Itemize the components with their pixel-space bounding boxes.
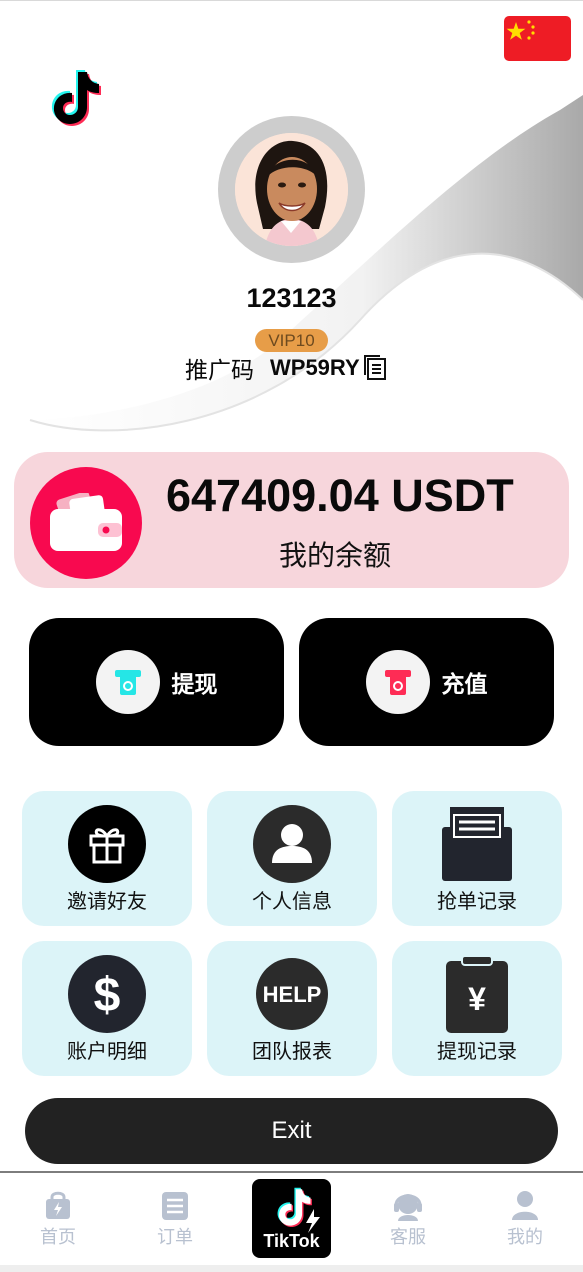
recharge-cash-icon [365,650,430,714]
nav-mine[interactable]: 我的 [485,1189,565,1249]
recharge-label: 充值 [441,672,488,698]
tiktok-logo-icon [44,66,106,128]
promo-code-label: 推广码 [185,357,254,383]
menu-account-details[interactable]: $ 账户明细 [22,941,192,1076]
balance-label: 我的余额 [279,539,392,572]
withdraw-button[interactable]: 提现 [29,618,284,746]
svg-text:HELP: HELP [263,982,322,1007]
menu-grab-order-records[interactable]: 抢单记录 [392,791,562,926]
copy-icon[interactable] [363,354,389,382]
promo-code-row: 推广码 WP59RY [185,352,389,384]
promo-code-value: WP59RY [270,355,360,380]
nav-tiktok-center[interactable]: TikTok [252,1179,331,1258]
menu-team-report[interactable]: HELP 团队报表 [207,941,377,1076]
menu-label: 个人信息 [252,889,332,913]
nav-mine-label: 我的 [507,1227,543,1248]
username: 123123 [246,283,337,313]
clipboard-list-icon [162,1192,188,1220]
recharge-button[interactable]: 充值 [299,618,554,746]
nav-service[interactable]: 客服 [368,1189,448,1249]
exit-button[interactable]: Exit [25,1098,558,1164]
nav-home[interactable]: 首页 [18,1189,98,1249]
gift-icon [68,805,146,883]
withdraw-label: 提现 [171,672,218,698]
menu-label: 团队报表 [252,1039,332,1063]
menu-withdraw-records[interactable]: ¥ 提现记录 [392,941,562,1076]
balance-amount: 647409.04 USDT [166,470,514,521]
nav-tiktok-label: TikTok [263,1231,320,1251]
avatar-image [235,133,348,246]
avatar[interactable] [218,116,365,263]
menu-label: 抢单记录 [437,889,517,913]
balance-card: 647409.04 USDT 我的余额 [14,452,569,588]
profile-header: 123123 VIP10 推广码 WP59RY [0,0,583,440]
withdraw-cash-icon [95,650,160,714]
vip-badge: VIP10 [255,329,328,352]
order-box-icon [438,805,516,883]
menu-label: 账户明细 [67,1039,147,1063]
menu-label: 邀请好友 [67,889,147,913]
menu-invite-friends[interactable]: 邀请好友 [22,791,192,926]
nav-orders[interactable]: 订单 [135,1189,215,1249]
person-icon [253,805,331,883]
menu-personal-info[interactable]: 个人信息 [207,791,377,926]
headset-icon [394,1194,422,1221]
shopping-bag-icon [46,1191,70,1219]
bottom-edge [0,1265,583,1272]
nav-home-label: 首页 [40,1227,76,1248]
dollar-icon: $ [68,955,146,1033]
svg-text:¥: ¥ [468,981,486,1017]
language-flag-china[interactable] [504,16,571,61]
nav-orders-label: 订单 [157,1227,193,1248]
user-icon [512,1191,538,1220]
menu-label: 提现记录 [437,1039,517,1063]
help-icon: HELP [253,955,331,1033]
wallet-icon [30,467,142,579]
svg-text:$: $ [94,969,121,1022]
tiktok-note-icon [277,1187,320,1233]
nav-service-label: 客服 [390,1227,426,1248]
yen-clipboard-icon: ¥ [438,955,516,1033]
bottom-nav: 首页 订单 TikTok 客服 我的 [0,1173,583,1265]
